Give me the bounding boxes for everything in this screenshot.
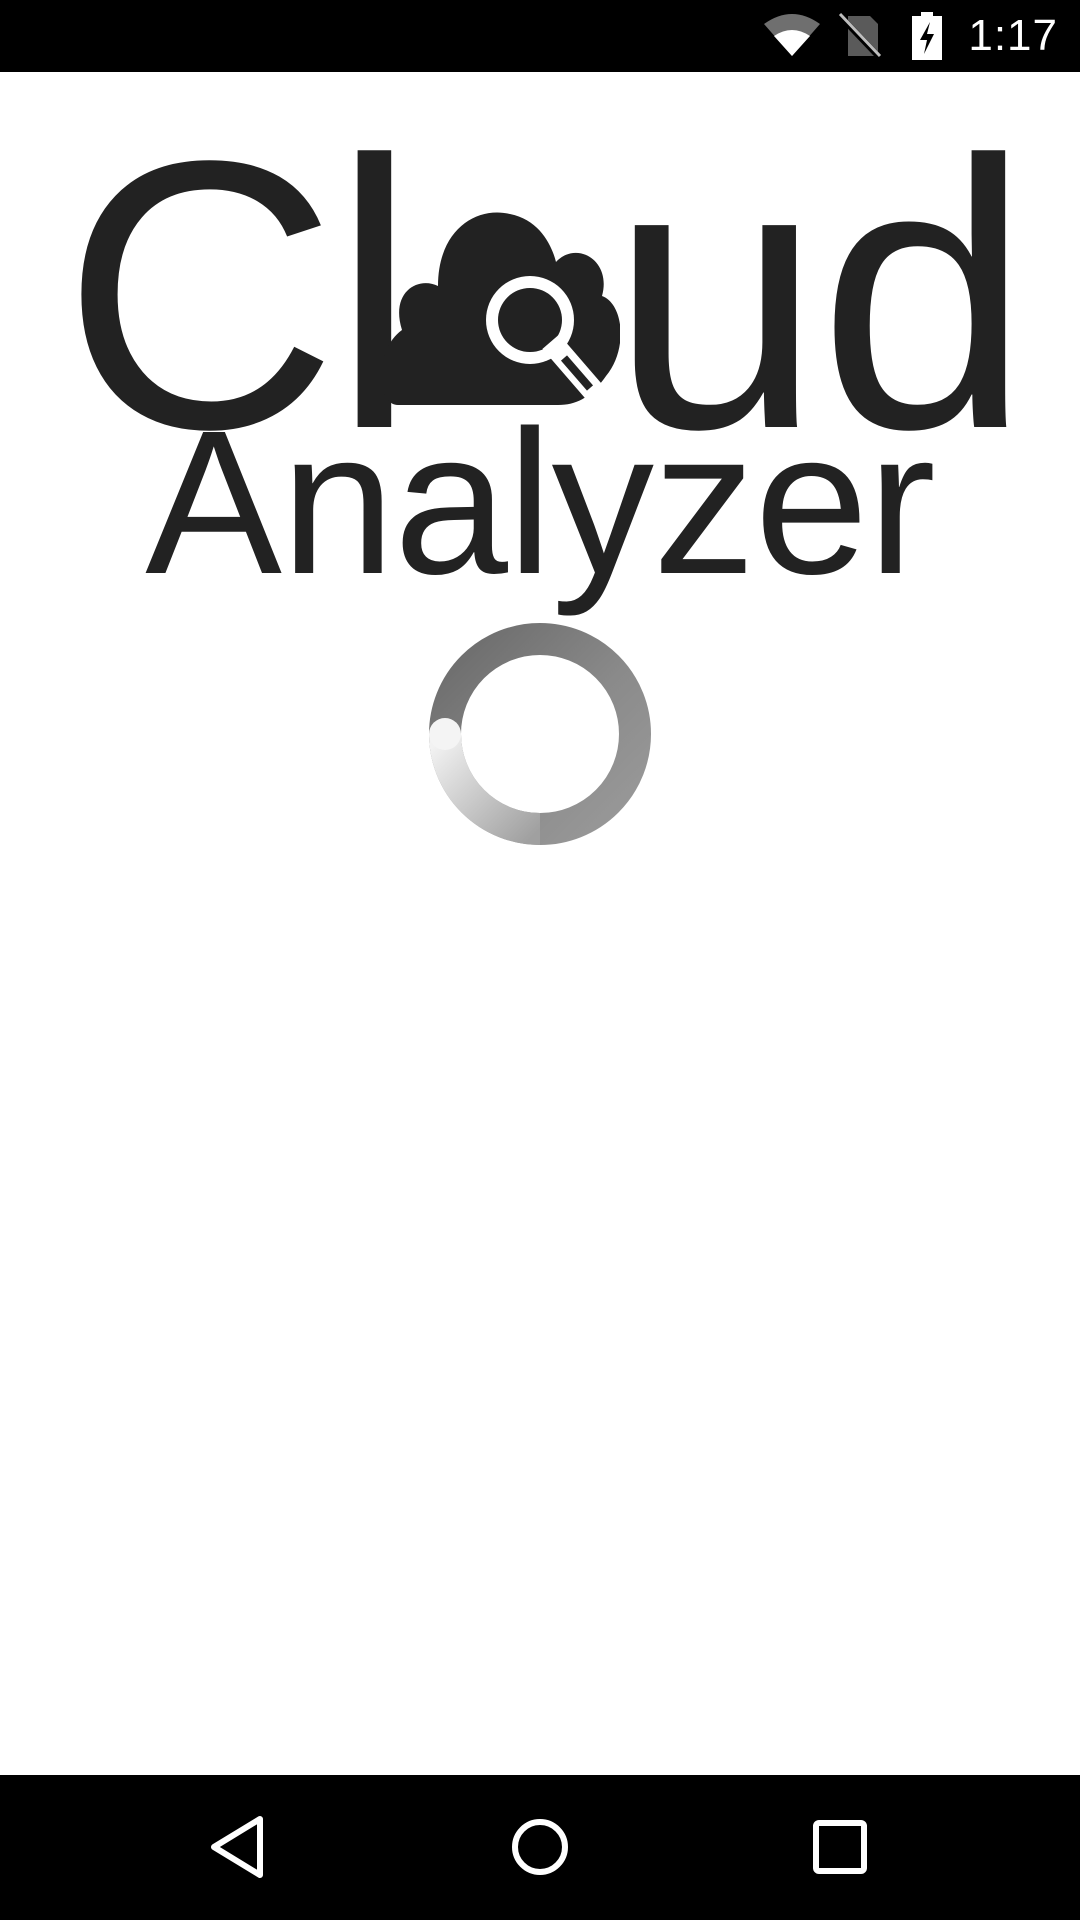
home-icon[interactable] bbox=[500, 1807, 580, 1887]
back-icon[interactable] bbox=[200, 1807, 280, 1887]
splash-screen: 1:17 Cl ud Analyzer bbox=[0, 0, 1080, 1920]
no-sim-icon bbox=[837, 12, 882, 60]
recents-icon[interactable] bbox=[800, 1807, 880, 1887]
wifi-icon bbox=[764, 14, 820, 56]
navigation-bar bbox=[0, 1775, 1080, 1920]
loading-spinner bbox=[429, 623, 651, 845]
status-time: 1:17 bbox=[968, 11, 1058, 60]
status-bar: 1:17 bbox=[0, 0, 1080, 72]
logo-text-analyzer: Analyzer bbox=[145, 388, 936, 617]
battery-charging-icon bbox=[912, 12, 942, 60]
app-logo: Cl ud Analyzer bbox=[0, 72, 1080, 632]
cloud-search-icon bbox=[381, 212, 620, 410]
